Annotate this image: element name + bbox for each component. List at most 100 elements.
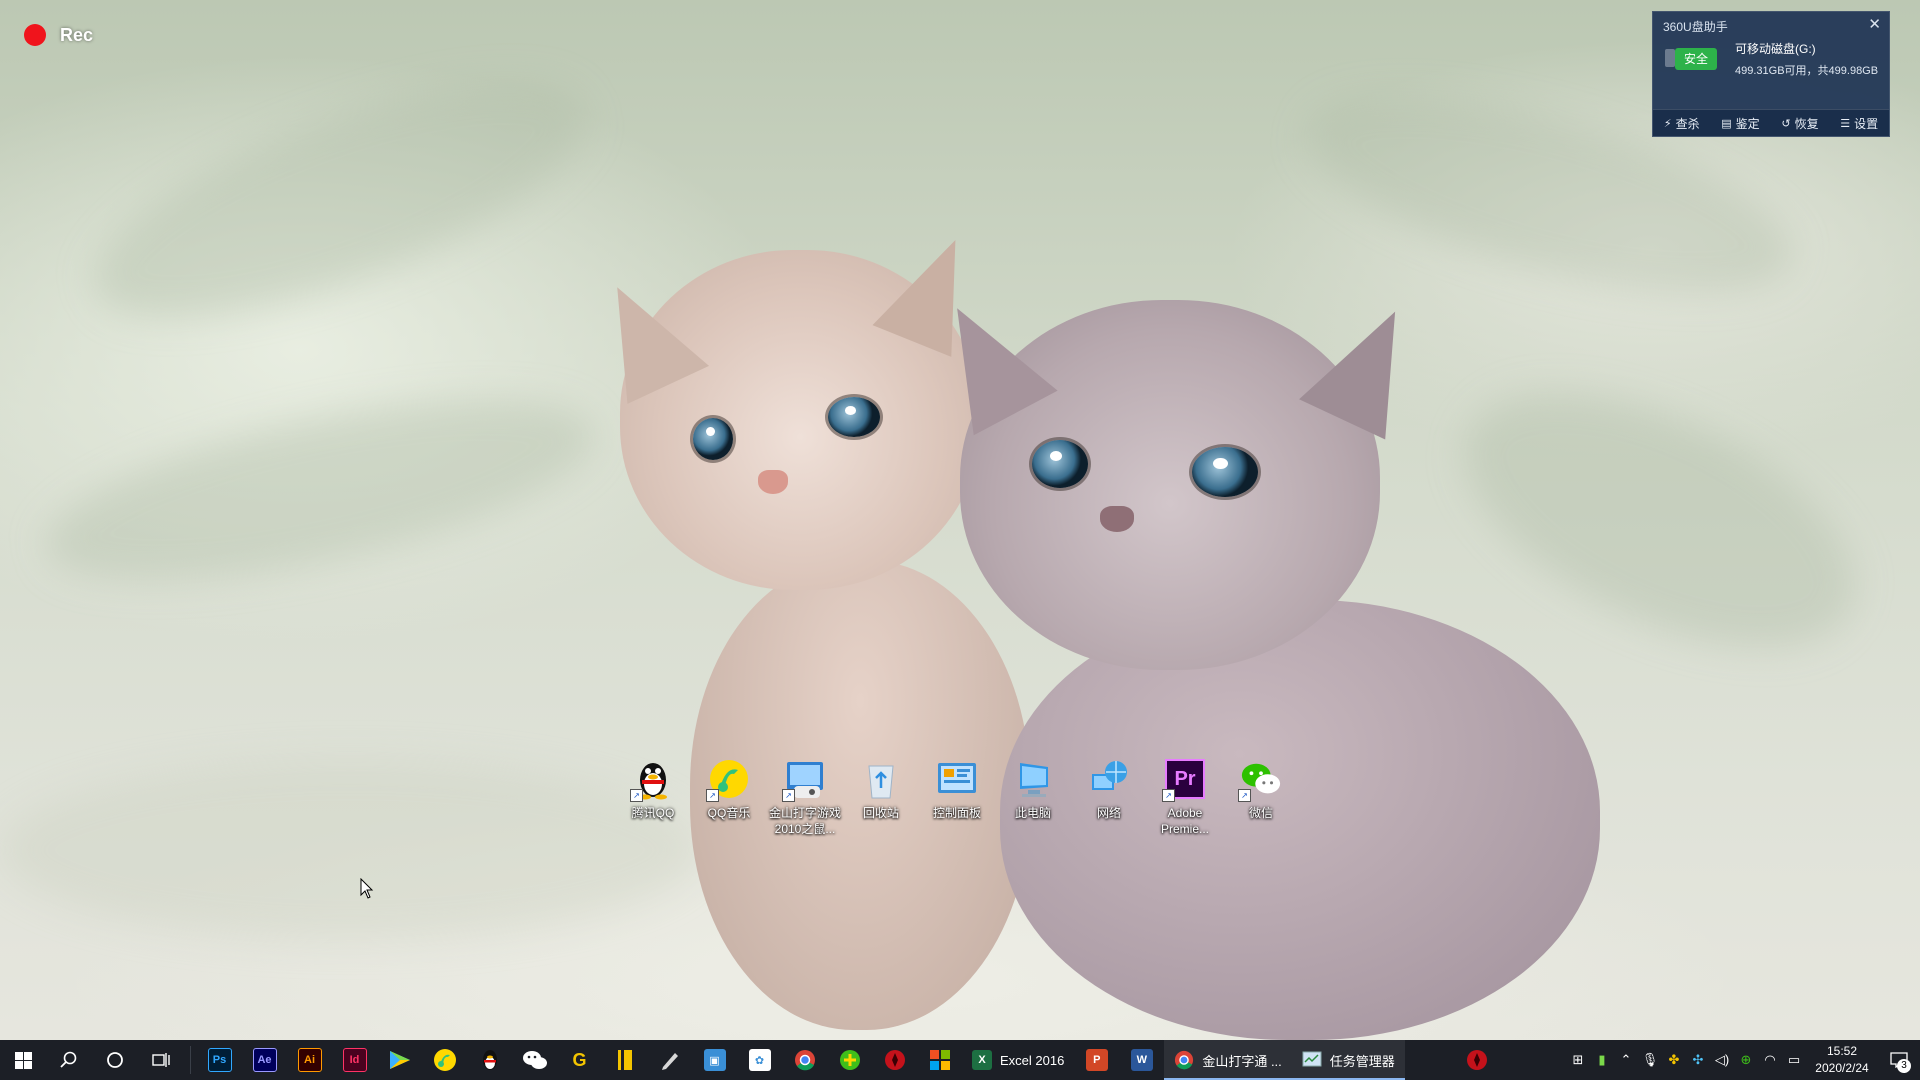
record-dot-icon — [24, 24, 46, 46]
pen-icon — [661, 1053, 678, 1070]
widget-title: 360U盘助手 — [1663, 20, 1728, 34]
chevron-up-icon[interactable]: ⌃ — [1614, 1040, 1638, 1080]
recycle-bin-icon — [860, 758, 902, 800]
battery-charger-icon[interactable]: ▮ — [1590, 1040, 1614, 1080]
book-icon — [617, 1050, 632, 1070]
speaker-icon[interactable]: ◁) — [1710, 1040, 1734, 1080]
start-button[interactable] — [0, 1040, 46, 1080]
taskbar-app-photoshop[interactable]: Ps — [197, 1040, 242, 1080]
wifi-icon[interactable]: ◠ — [1758, 1040, 1782, 1080]
input-method-icon[interactable]: ⊞ — [1566, 1040, 1590, 1080]
task-view-icon — [152, 1053, 170, 1067]
rec-label: Rec — [60, 24, 94, 45]
qq-penguin-icon: ↗ — [630, 758, 674, 802]
red-ball-icon — [1467, 1050, 1488, 1070]
widget-action-bar: ⚡ 查杀 ▤ 鉴定 ↺ 恢复 ☰ 设置 — [1653, 109, 1889, 136]
taskbar-app-after-effects[interactable]: Ae — [242, 1040, 287, 1080]
disk-name: 可移动磁盘(G:) — [1735, 42, 1816, 56]
taskbar-app-indesign[interactable]: Id — [332, 1040, 377, 1080]
action-center-button[interactable]: 3 — [1878, 1040, 1920, 1080]
taskbar-app-red-ball-2[interactable] — [1455, 1040, 1500, 1080]
task-view-button[interactable] — [138, 1040, 184, 1080]
system-tray: ⊞ ▮ ⌃ 🎙 ✤ ✣ ◁) ⊕ ◠ ▭ 15:52 2020/2/24 3 — [1566, 1040, 1920, 1080]
network-icon — [1088, 758, 1130, 800]
taskbar-app-red-ball[interactable] — [872, 1040, 917, 1080]
disk-space: 499.31GB可用，共499.98GB — [1735, 65, 1879, 77]
taskbar-app-wechat[interactable] — [512, 1040, 557, 1080]
color-grid-icon — [929, 1050, 950, 1070]
taskbar-app-dictionary[interactable] — [602, 1040, 647, 1080]
desktop-icon-network[interactable]: 网络 — [1071, 758, 1147, 837]
taskbar-app-media-player[interactable] — [377, 1040, 422, 1080]
desktop-wallpaper — [0, 0, 1920, 1040]
taskbar-app-powerpoint[interactable]: P — [1074, 1040, 1119, 1080]
typing-game-icon: ↗ — [782, 758, 826, 802]
taskbar-window-excel[interactable]: X Excel 2016 — [962, 1040, 1074, 1080]
indesign-icon: Id — [342, 1048, 367, 1072]
word-icon: W — [1130, 1049, 1153, 1071]
desktop-icon-qq[interactable]: ↗ 腾讯QQ — [615, 758, 691, 837]
restore-button[interactable]: ↺ 恢复 — [1781, 115, 1818, 132]
shortcut-arrow-icon: ↗ — [782, 789, 795, 802]
desktop-icon-recycle-bin[interactable]: 回收站 — [843, 758, 919, 837]
settings-button[interactable]: ☰ 设置 — [1840, 115, 1878, 132]
after-effects-icon: Ae — [252, 1048, 277, 1072]
taskbar-app-colorful-grid[interactable] — [917, 1040, 962, 1080]
search-button[interactable] — [46, 1040, 92, 1080]
restore-icon: ↺ — [1781, 117, 1791, 130]
play-triangle-icon — [389, 1051, 410, 1069]
chrome-icon — [1175, 1050, 1194, 1070]
search-icon — [60, 1051, 77, 1068]
desktop-icons: ↗ 腾讯QQ ↗ QQ音乐 ↗ 金山打字游戏2010之鼠... 回收站 控制面板… — [615, 758, 1299, 837]
cortana-button[interactable] — [92, 1040, 138, 1080]
red-ball-icon — [884, 1050, 905, 1070]
taskbar-window-task-manager[interactable]: 任务管理器 — [1291, 1040, 1405, 1080]
taskbar-separator — [190, 1046, 191, 1074]
powerpoint-icon: P — [1085, 1049, 1108, 1071]
desktop-icon-premiere[interactable]: Pr ↗ Adobe Premie... — [1147, 758, 1223, 837]
g-letter-icon: G — [568, 1049, 591, 1071]
disk-icon: ▤ — [1721, 117, 1732, 130]
taskbar-app-settings-tool[interactable]: ✿ — [737, 1040, 782, 1080]
taskbar-app-store[interactable]: ▣ — [692, 1040, 737, 1080]
desktop-icon-qq-music[interactable]: ↗ QQ音乐 — [691, 758, 767, 837]
taskbar-app-yellow-g[interactable]: G — [557, 1040, 602, 1080]
shortcut-arrow-icon: ↗ — [706, 789, 719, 802]
chrome-icon — [794, 1050, 815, 1071]
desktop-icon-this-pc[interactable]: 此电脑 — [995, 758, 1071, 837]
mouse-cursor-icon — [360, 878, 374, 899]
close-icon[interactable]: ✕ — [1868, 15, 1881, 33]
desktop-icon-typing-game[interactable]: ↗ 金山打字游戏2010之鼠... — [767, 758, 843, 837]
taskbar-app-pen-tool[interactable] — [647, 1040, 692, 1080]
taskbar-app-chrome[interactable] — [782, 1040, 827, 1080]
taskbar-app-qq-music[interactable] — [422, 1040, 467, 1080]
clock-date: 2020/2/24 — [1815, 1061, 1869, 1075]
clock-time: 15:52 — [1826, 1044, 1858, 1058]
list-icon: ☰ — [1840, 117, 1851, 130]
taskbar-app-360-browser[interactable] — [827, 1040, 872, 1080]
illustrator-icon: Ai — [297, 1048, 322, 1072]
qq-penguin-icon — [482, 1050, 497, 1070]
lightning-icon: ⚡ — [1663, 117, 1672, 130]
qq-music-icon — [433, 1049, 456, 1071]
taskbar-window-typing[interactable]: 金山打字通 ... — [1164, 1040, 1293, 1080]
desktop-icon-wechat[interactable]: ↗ 微信 — [1223, 758, 1299, 837]
shortcut-arrow-icon: ↗ — [630, 789, 643, 802]
scan-button[interactable]: ⚡ 查杀 — [1664, 115, 1700, 132]
taskbar-app-qq[interactable] — [467, 1040, 512, 1080]
taskbar-app-word[interactable]: W — [1119, 1040, 1164, 1080]
taskbar-app-illustrator[interactable]: Ai — [287, 1040, 332, 1080]
desktop-icon-control-panel[interactable]: 控制面板 — [919, 758, 995, 837]
store-bag-icon: ▣ — [703, 1049, 726, 1071]
battery-icon[interactable]: ▭ — [1782, 1040, 1806, 1080]
wechat-icon — [522, 1051, 547, 1069]
colorful-pinwheel-icon[interactable]: ✣ — [1686, 1040, 1710, 1080]
excel-label: Excel 2016 — [1000, 1052, 1065, 1068]
computer-icon — [1012, 758, 1054, 800]
pinwheel-icon[interactable]: ✤ — [1662, 1040, 1686, 1080]
system-clock[interactable]: 15:52 2020/2/24 — [1806, 1043, 1878, 1077]
360-security-icon[interactable]: ⊕ — [1734, 1040, 1758, 1080]
identify-button[interactable]: ▤ 鉴定 — [1721, 115, 1759, 132]
microphone-icon[interactable]: 🎙 — [1638, 1040, 1662, 1080]
usb-drive-icon — [1665, 49, 1675, 67]
